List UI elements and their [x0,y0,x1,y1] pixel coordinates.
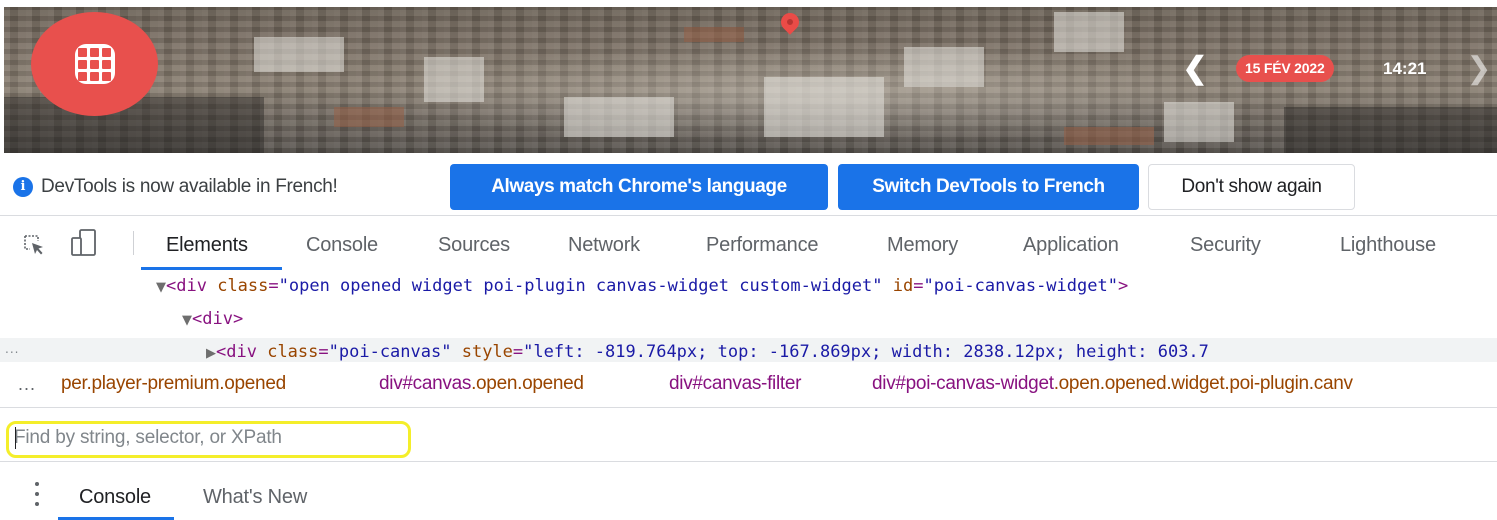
tab-memory[interactable]: Memory [887,232,958,258]
kebab-menu-icon[interactable] [30,480,44,508]
drawer-tab-whats-new[interactable]: What's New [203,484,307,510]
grid-logo-icon [74,44,115,84]
tab-security[interactable]: Security [1190,232,1261,258]
dom-attr-name: class [217,276,269,296]
dont-show-again-button[interactable]: Don't show again [1148,164,1355,210]
dom-tag: <div [166,276,207,296]
tab-lighthouse[interactable]: Lighthouse [1340,232,1436,258]
breadcrumb-item[interactable]: div#canvas.open.opened [379,372,584,396]
breadcrumb-tag: div#canvas-filter [669,373,802,394]
tab-elements[interactable]: Elements [166,232,248,258]
dom-tag: > [1117,276,1129,296]
dom-attr-value: "open opened widget poi-plugin canvas-wi… [278,276,883,296]
search-input[interactable] [14,424,394,452]
time-label: 14:21 [1383,59,1427,78]
breadcrumb-overflow-button[interactable]: ... [18,372,36,396]
date-badge[interactable]: 15 FÉV 2022 [1236,55,1334,82]
breadcrumb-tag: div#canvas [379,373,472,394]
collapse-triangle-icon[interactable]: ▶ [206,346,216,361]
breadcrumb-item[interactable]: div#canvas-filter [669,372,801,396]
dom-attr-name: style [461,342,513,362]
breadcrumb-tag: div#poi-canvas-widget [872,373,1054,394]
dom-attr-value: "poi-canvas" [328,342,452,362]
dom-attr-name: class [267,342,319,362]
chevron-left-icon[interactable]: ❮ [1180,51,1210,87]
dom-attr-value: "poi-canvas-widget" [923,276,1118,296]
dom-attr-value: "left: -819.764px; top: -167.869px; widt… [523,342,1209,362]
always-match-language-button[interactable]: Always match Chrome's language [450,164,828,210]
breadcrumb-item[interactable]: div#poi-canvas-widget.open.opened.widget… [872,372,1353,396]
breadcrumb-classes: per.player-premium.opened [61,373,286,394]
device-toolbar-icon[interactable] [69,228,101,258]
dom-attr-name: id [892,276,914,296]
info-icon: i [13,177,33,197]
tab-console[interactable]: Console [306,232,378,258]
app-logo-button[interactable] [31,12,158,116]
dom-tag: <div [216,342,257,362]
toolbar-divider [133,231,134,255]
inspect-element-icon[interactable] [22,233,46,257]
breadcrumb-classes: .open.opened [471,373,584,394]
dom-tag: <div> [192,309,244,329]
expand-triangle-icon[interactable]: ▼ [156,280,166,295]
breadcrumb-classes: .open.opened.widget.poi-plugin.canv [1053,373,1353,394]
breadcrumb-item[interactable]: per.player-premium.opened [61,372,286,396]
text-caret [15,427,16,449]
drawer-tab-console[interactable]: Console [79,484,151,510]
switch-to-french-button[interactable]: Switch DevTools to French [838,164,1139,210]
tab-network[interactable]: Network [568,232,640,258]
chevron-right-icon[interactable]: ❯ [1466,51,1492,87]
expand-triangle-icon[interactable]: ▼ [182,313,192,328]
tab-sources[interactable]: Sources [438,232,510,258]
tab-application[interactable]: Application [1023,232,1119,258]
dom-node-div[interactable]: ▼<div> [182,307,243,333]
node-actions-dots[interactable]: ... [5,342,19,356]
dom-node-poi-canvas-widget[interactable]: ▼<div class="open opened widget poi-plug… [156,274,1128,300]
tab-performance[interactable]: Performance [706,232,818,258]
infobar-message: DevTools is now available in French! [41,176,338,197]
